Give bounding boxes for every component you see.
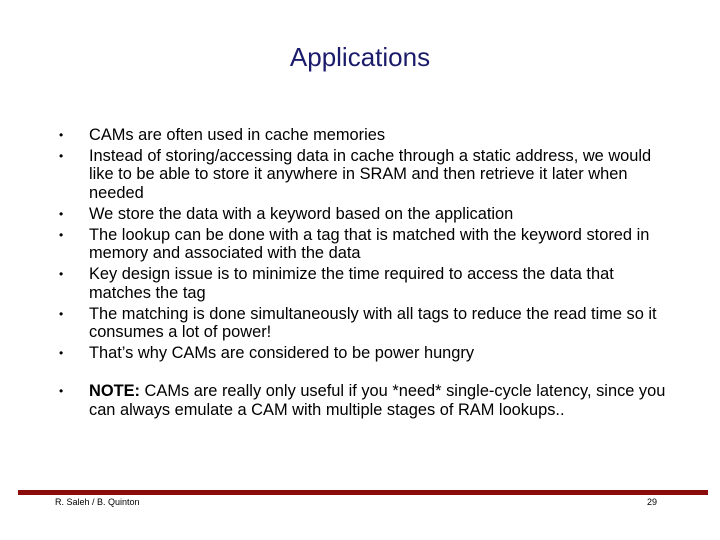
- bullet-icon: •: [59, 346, 64, 361]
- bullet-text: The lookup can be done with a tag that i…: [89, 226, 650, 263]
- bullet-text: We store the data with a keyword based o…: [89, 204, 514, 223]
- bullet-icon: •: [59, 306, 64, 321]
- page-number: 29: [647, 497, 658, 507]
- note-text: CAMs are really only useful if you *need…: [89, 382, 666, 419]
- bullet-item: • The matching is done simultaneously wi…: [57, 305, 677, 341]
- bullet-text: The matching is done simultaneously with…: [89, 304, 657, 342]
- footer-author: R. Saleh / B. Quinton: [55, 497, 140, 507]
- note-label: NOTE:: [89, 382, 140, 401]
- bullet-icon: •: [59, 128, 64, 142]
- bullet-text: That’s why CAMs are considered to be pow…: [89, 344, 475, 363]
- bullet-item: • CAMs are often used in cache memories: [57, 126, 677, 144]
- bullet-item: • Instead of storing/accessing data in c…: [57, 147, 677, 202]
- bullet-icon: •: [59, 228, 64, 243]
- bullet-item: • That’s why CAMs are considered to be p…: [57, 344, 677, 362]
- note-bullet-item: • NOTE: CAMs are really only useful if y…: [57, 382, 677, 418]
- slide-title: Applications: [289, 42, 431, 72]
- bullet-text: Instead of storing/accessing data in cac…: [89, 147, 652, 202]
- bullet-item: • We store the data with a keyword based…: [57, 205, 677, 223]
- bullet-icon: •: [59, 384, 64, 399]
- bullet-text: Key design issue is to minimize the time…: [89, 265, 614, 302]
- bullet-icon: •: [59, 206, 64, 221]
- bullet-icon: •: [59, 149, 64, 164]
- bullet-text: CAMs are often used in cache memories: [89, 126, 386, 144]
- bullet-item: • The lookup can be done with a tag that…: [57, 226, 677, 262]
- bullet-icon: •: [59, 267, 64, 282]
- bullet-item: • Key design issue is to minimize the ti…: [57, 265, 677, 301]
- bullet-list: • CAMs are often used in cache memories …: [57, 126, 677, 422]
- footer-divider-bar: [18, 490, 708, 495]
